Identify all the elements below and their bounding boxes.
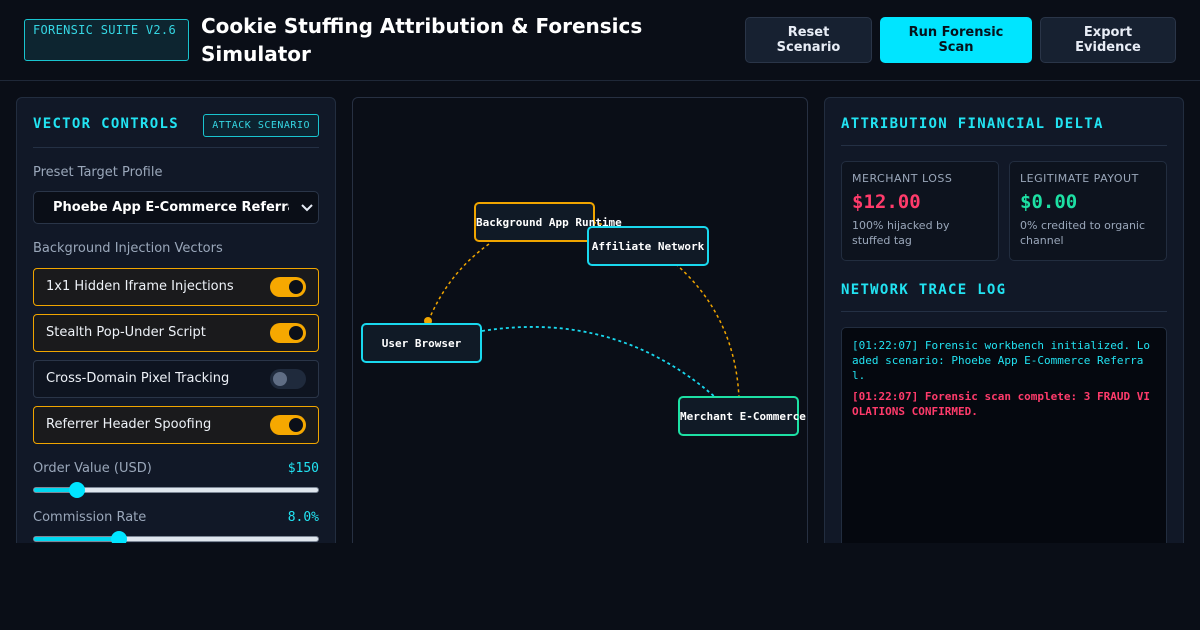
toggle-knob — [289, 326, 303, 340]
financial-title: ATTRIBUTION FINANCIAL DELTA — [841, 116, 1104, 132]
legit-payout-card: LEGITIMATE PAYOUT $0.00 0% credited to o… — [1009, 161, 1167, 261]
preset-target-select[interactable]: Phoebe App E-Commerce Referral (D — [33, 191, 319, 224]
trace-title: NETWORK TRACE LOG — [841, 282, 1007, 298]
vector-toggle[interactable] — [270, 323, 306, 343]
version-badge: FORENSIC SUITE V2.6 — [24, 19, 189, 61]
viewport-bottom — [0, 543, 1200, 630]
log-line: [01:22:07] Forensic scan complete: 3 FRA… — [852, 390, 1151, 418]
node-background-app[interactable]: Background App Runtime — [474, 202, 622, 242]
toggle-knob — [273, 372, 287, 386]
vector-controls-header: VECTOR CONTROLS ATTACK SCENARIO — [33, 114, 319, 148]
slider-fill — [34, 537, 120, 541]
preset-value: Phoebe App E-Commerce Referral (D — [53, 200, 289, 215]
log-line: [01:22:07] Forensic workbench initialize… — [852, 339, 1151, 382]
vector-popunder-script[interactable]: Stealth Pop-Under Script — [33, 314, 319, 352]
merchant-loss-amount: $12.00 — [852, 191, 921, 213]
vector-label: Stealth Pop-Under Script — [46, 325, 206, 340]
edge-browser-to-merchant — [481, 326, 716, 398]
node-merchant-store[interactable]: Merchant E-Commerce Sto — [678, 396, 807, 436]
network-trace-log[interactable]: [01:22:07] Forensic workbench initialize… — [841, 327, 1167, 556]
vectors-label: Background Injection Vectors — [33, 241, 223, 256]
vector-hidden-iframe[interactable]: 1x1 Hidden Iframe Injections — [33, 268, 319, 306]
commission-slider[interactable] — [33, 531, 319, 547]
reset-scenario-button[interactable]: Reset Scenario — [745, 17, 872, 63]
merchant-loss-caption: MERCHANT LOSS — [852, 172, 953, 185]
merchant-loss-note: 100% hijacked by stuffed tag — [852, 219, 950, 247]
financial-header: ATTRIBUTION FINANCIAL DELTA — [841, 114, 1167, 146]
chevron-down-icon — [300, 192, 314, 223]
node-user-browser[interactable]: User Browser — [361, 323, 482, 363]
commission-label: Commission Rate — [33, 510, 147, 525]
financial-panel: ATTRIBUTION FINANCIAL DELTA MERCHANT LOS… — [824, 97, 1184, 557]
vector-controls-panel: VECTOR CONTROLS ATTACK SCENARIO Preset T… — [16, 97, 336, 557]
edge-affiliate-to-merchant — [670, 259, 740, 399]
node-affiliate-network[interactable]: Affiliate Network — [587, 226, 709, 266]
page-title: Cookie Stuffing Attribution & Forensics … — [201, 14, 643, 66]
run-forensic-scan-button[interactable]: Run Forensic Scan — [880, 17, 1032, 63]
vector-label: Referrer Header Spoofing — [46, 417, 212, 432]
vector-pixel-tracking[interactable]: Cross-Domain Pixel Tracking — [33, 360, 319, 398]
trace-header: NETWORK TRACE LOG — [841, 280, 1167, 312]
order-value-readout: $150 — [287, 461, 319, 476]
order-value-slider[interactable] — [33, 482, 319, 498]
vector-controls-title: VECTOR CONTROLS — [33, 116, 179, 132]
vector-label: Cross-Domain Pixel Tracking — [46, 371, 230, 386]
preset-label: Preset Target Profile — [33, 165, 163, 180]
vector-label: 1x1 Hidden Iframe Injections — [46, 279, 234, 294]
vector-toggle[interactable] — [270, 277, 306, 297]
export-evidence-button[interactable]: Export Evidence — [1040, 17, 1176, 63]
legit-payout-note: 0% credited to organic channel — [1020, 219, 1146, 247]
app-header: FORENSIC SUITE V2.6 Cookie Stuffing Attr… — [0, 0, 1200, 81]
toggle-knob — [289, 418, 303, 432]
toggle-knob — [289, 280, 303, 294]
vector-toggle[interactable] — [270, 415, 306, 435]
attribution-graph-panel: Background App Runtime Affiliate Network… — [352, 97, 808, 557]
attack-scenario-tag: ATTACK SCENARIO — [203, 114, 319, 137]
slider-thumb[interactable] — [68, 482, 85, 498]
order-value-label: Order Value (USD) — [33, 461, 152, 476]
vector-toggle[interactable] — [270, 369, 306, 389]
edge-app-to-browser — [427, 243, 490, 323]
vector-referrer-spoofing[interactable]: Referrer Header Spoofing — [33, 406, 319, 444]
legit-payout-amount: $0.00 — [1020, 191, 1078, 213]
merchant-loss-card: MERCHANT LOSS $12.00 100% hijacked by st… — [841, 161, 999, 261]
commission-readout: 8.0% — [287, 510, 319, 525]
legit-payout-caption: LEGITIMATE PAYOUT — [1020, 172, 1139, 185]
